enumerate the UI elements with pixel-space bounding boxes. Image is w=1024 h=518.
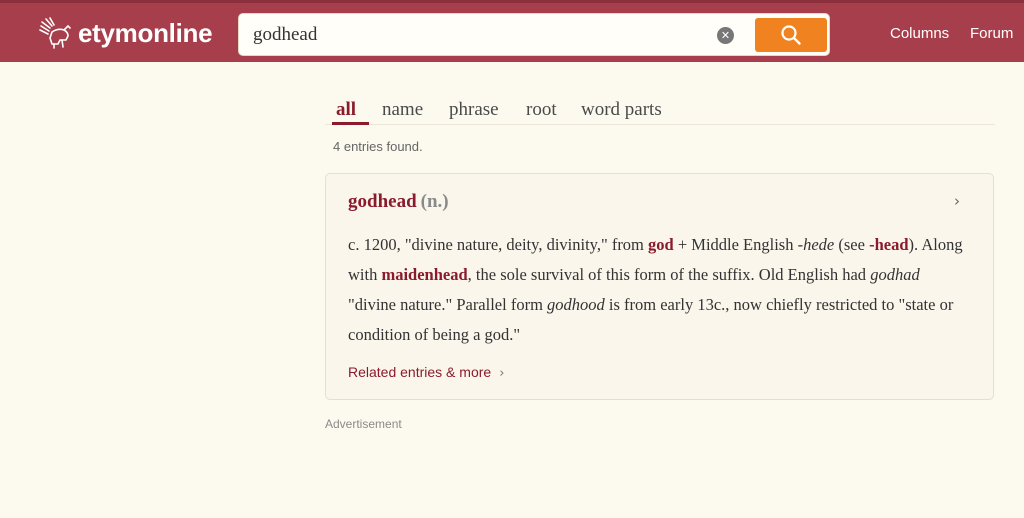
entry-text-segment: (see xyxy=(834,235,870,254)
entry-part-of-speech: (n.) xyxy=(420,191,449,212)
results-count: 4 entries found. xyxy=(333,139,423,154)
entry-text-segment: , the sole survival of this form of the … xyxy=(467,265,871,284)
search-filter-tabs: all name phrase root word parts xyxy=(325,95,995,125)
entry-text-segment: + Middle English xyxy=(673,235,798,254)
entry-text-segment: "divine nature." Parallel form xyxy=(348,295,548,314)
entry-word: godhead xyxy=(348,191,417,212)
entry-text-segment: c. 1200, "divine nature, deity, divinity… xyxy=(348,235,649,254)
clear-search-icon[interactable]: ✕ xyxy=(717,27,734,44)
search-input[interactable] xyxy=(251,20,701,50)
search-icon xyxy=(781,25,801,45)
nav-columns-link[interactable]: Columns xyxy=(890,25,949,42)
chevron-right-icon: › xyxy=(499,366,505,381)
tab-all[interactable]: all xyxy=(336,99,356,121)
entry-cross-reference-link[interactable]: -head xyxy=(869,235,908,254)
entry-definition: c. 1200, "divine nature, deity, divinity… xyxy=(348,230,963,350)
entry-italic-form: godhad xyxy=(870,265,920,284)
entry-italic-form: godhood xyxy=(547,295,605,314)
search-box: ✕ xyxy=(238,13,830,56)
chevron-right-icon[interactable]: › xyxy=(954,192,960,210)
search-button[interactable] xyxy=(755,18,827,52)
advertisement-label: Advertisement xyxy=(325,417,402,431)
active-tab-underline xyxy=(332,122,369,125)
site-header: etymonline ✕ Columns Forum xyxy=(0,0,1024,62)
related-entries-link[interactable]: Related entries & more › xyxy=(348,364,504,381)
entry-cross-reference-link[interactable]: maidenhead xyxy=(381,265,467,284)
entry-cross-reference-link[interactable]: god xyxy=(648,235,674,254)
entry-heading[interactable]: godhead (n.) xyxy=(348,191,449,213)
winged-lion-logo-icon xyxy=(39,17,71,49)
nav-forum-link[interactable]: Forum xyxy=(970,25,1013,42)
related-entries-label: Related entries & more xyxy=(348,364,492,380)
entry-card: godhead (n.) › c. 1200, "divine nature, d… xyxy=(325,173,994,400)
logo-text: etymonline xyxy=(78,17,213,48)
site-logo[interactable]: etymonline xyxy=(38,13,213,53)
tab-root[interactable]: root xyxy=(526,99,557,121)
entry-italic-form: -hede xyxy=(797,235,835,254)
tab-word-parts[interactable]: word parts xyxy=(581,99,662,121)
tab-name[interactable]: name xyxy=(382,99,423,121)
tab-phrase[interactable]: phrase xyxy=(449,99,499,121)
